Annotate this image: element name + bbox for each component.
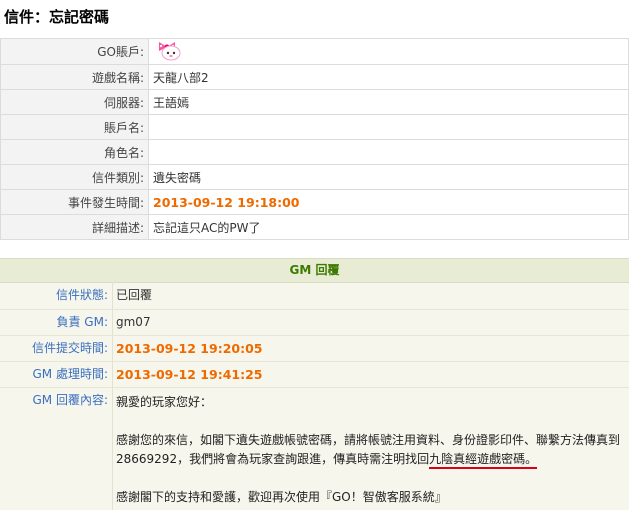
character-label: 角色名: xyxy=(0,139,149,165)
reply-body-line-1: 感謝您的來信，如閣下遺失遊戲帳號密碼，請將帳號注用資料、身份證影印件、聯繫方法傳… xyxy=(116,433,621,447)
status-label: 信件狀態: xyxy=(55,288,108,302)
submit-time-label: 信件提交時間: xyxy=(31,341,108,355)
process-time-value: 2013-09-12 19:41:25 xyxy=(116,367,263,382)
submit-time-value: 2013-09-12 19:20:05 xyxy=(116,341,263,356)
page-title: 信件：忘記密碼 xyxy=(4,8,110,26)
process-time-label: GM 處理時間: xyxy=(32,367,108,381)
reply-body-prefix: 28669292，我們將會為玩家查詢跟進，傳真時需注明找回 xyxy=(116,452,430,466)
reply-greeting: 親愛的玩家您好： xyxy=(116,395,213,409)
account-name-value xyxy=(148,114,629,140)
gm-reply-content: 親愛的玩家您好： 感謝您的來信，如閣下遺失遊戲帳號密碼，請將帳號注用資料、身份證… xyxy=(116,393,621,507)
account-avatar-cell xyxy=(148,38,629,65)
account-name-label: 賬戶名: xyxy=(0,114,149,140)
gm-row-status: 信件狀態: 已回覆 xyxy=(0,283,629,308)
content-label: GM 回覆內容: xyxy=(32,393,108,407)
reply-body-line-2: 28669292，我們將會為玩家查詢跟進，傳真時需注明找回九陰真經遊戲密碼。 xyxy=(116,450,621,469)
account-label: GO賬戶: xyxy=(0,38,149,65)
event-time-label: 事件發生時間: xyxy=(0,189,149,215)
ticket-row-character: 角色名: xyxy=(0,139,629,165)
ticket-row-category: 信件類別: 遺失密碼 xyxy=(0,164,629,190)
game-label: 遊戲名稱: xyxy=(0,64,149,90)
ticket-row-server: 伺服器: 王語嫣 xyxy=(0,89,629,115)
server-label: 伺服器: xyxy=(0,89,149,115)
owner-label: 負責 GM: xyxy=(56,315,108,329)
category-label: 信件類別: xyxy=(0,164,149,190)
ticket-info-table: GO賬戶: 遊戲名稱: 天龍八部2 伺服器: 王語嫣 賬戶名: 角色名: 信件類… xyxy=(0,38,629,240)
reply-highlight-underlined: 九陰真經遊戲密碼。 xyxy=(429,452,538,469)
server-value: 王語嫣 xyxy=(148,89,629,115)
gm-row-submit-time: 信件提交時間: 2013-09-12 19:20:05 xyxy=(0,336,629,361)
game-value: 天龍八部2 xyxy=(148,64,629,90)
owner-value: gm07 xyxy=(116,315,151,329)
pink-bow-avatar-icon xyxy=(153,40,187,64)
reply-spacer xyxy=(116,412,621,431)
gm-row-process-time: GM 處理時間: 2013-09-12 19:41:25 xyxy=(0,362,629,387)
gm-reply-header: GM 回覆 xyxy=(0,258,629,283)
reply-highlight-text: 九陰真經遊戲密碼 xyxy=(429,452,526,466)
character-value xyxy=(148,139,629,165)
detail-label: 詳細描述: xyxy=(0,214,149,240)
gm-row-owner: 負責 GM: gm07 xyxy=(0,310,629,335)
reply-closing: 感謝閣下的支持和愛護，歡迎再次使用『GO！智傲客服系統』 xyxy=(116,490,447,504)
ticket-row-event-time: 事件發生時間: 2013-09-12 19:18:00 xyxy=(0,189,629,215)
ticket-row-detail: 詳細描述: 忘記這只AC的PW了 xyxy=(0,214,629,240)
detail-value: 忘記這只AC的PW了 xyxy=(148,214,629,240)
ticket-row-account-name: 賬戶名: xyxy=(0,114,629,140)
ticket-row-game: 遊戲名稱: 天龍八部2 xyxy=(0,64,629,90)
reply-body-suffix: 。 xyxy=(525,452,538,466)
ticket-row-account: GO賬戶: xyxy=(0,38,629,65)
reply-spacer xyxy=(116,469,621,488)
event-time-value: 2013-09-12 19:18:00 xyxy=(148,189,629,215)
status-value: 已回覆 xyxy=(116,288,153,302)
category-value: 遺失密碼 xyxy=(148,164,629,190)
